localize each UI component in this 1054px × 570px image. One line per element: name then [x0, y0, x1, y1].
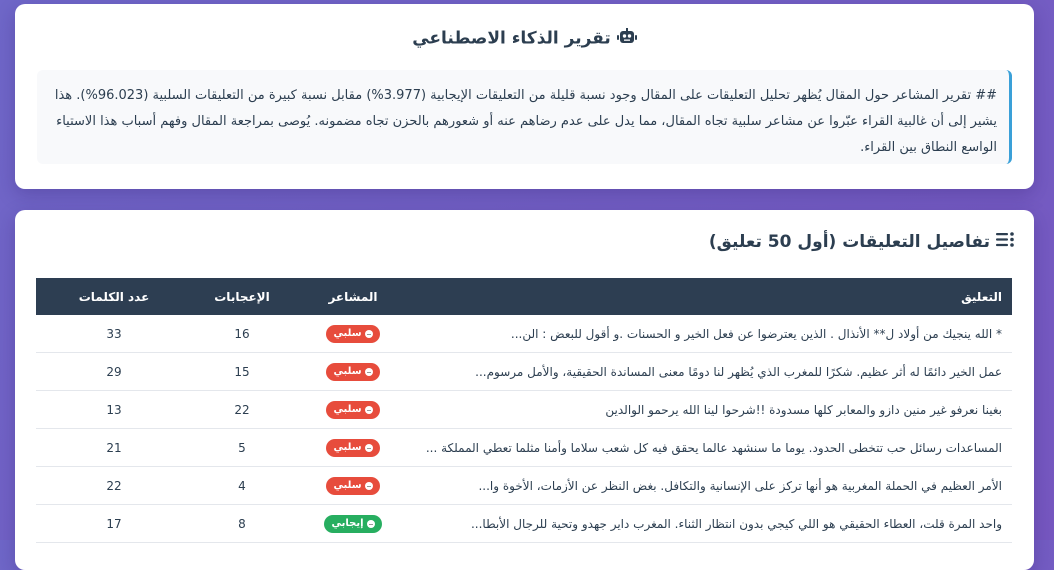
- comment-text: المساعدات رسائل حب تتخطى الحدود. يوما ما…: [414, 428, 1012, 467]
- frown-icon: [364, 481, 373, 490]
- sentiment-badge-negative: سلبي: [326, 400, 380, 419]
- word-count: 21: [36, 428, 192, 467]
- comment-text: الأمر العظيم في الحملة المغربية هو أنها …: [414, 466, 1012, 505]
- likes-count: 8: [192, 504, 292, 543]
- ai-report-title-text: تقرير الذكاء الاصطناعي: [412, 28, 611, 49]
- likes-count: 16: [192, 315, 292, 353]
- sentiment-badge-negative: سلبي: [326, 476, 380, 495]
- sentiment-badge-negative: سلبي: [326, 362, 380, 381]
- likes-count: 4: [192, 466, 292, 505]
- table-row: واحد المرة قلت، العطاء الحقيقي هو اللي ك…: [36, 504, 1012, 543]
- table-row: الأمر العظيم في الحملة المغربية هو أنها …: [36, 466, 1012, 505]
- comments-table: التعليق المشاعر الإعجابات عدد الكلمات * …: [36, 278, 1012, 543]
- ai-report-title: تقرير الذكاء الاصطناعي: [15, 28, 1034, 49]
- word-count: 17: [36, 504, 192, 543]
- table-header-row: التعليق المشاعر الإعجابات عدد الكلمات: [36, 278, 1012, 315]
- list-icon: [996, 232, 1014, 252]
- sentiment-badge-negative: سلبي: [326, 324, 380, 343]
- sentiment-label: سلبي: [333, 403, 362, 415]
- sentiment-label: إيجابي: [331, 517, 364, 529]
- likes-count: 5: [192, 428, 292, 467]
- comment-text: * الله ينجيك من أولاد ل** الأنذال . الذي…: [414, 315, 1012, 353]
- sentiment-badge-positive: إيجابي: [324, 514, 382, 533]
- frown-icon: [364, 367, 373, 376]
- robot-icon: [616, 28, 637, 49]
- table-row: * الله ينجيك من أولاد ل** الأنذال . الذي…: [36, 315, 1012, 353]
- sentiment-label: سلبي: [333, 441, 362, 453]
- header-comment[interactable]: التعليق: [414, 278, 1012, 315]
- word-count: 29: [36, 352, 192, 391]
- comments-table-title-text: تفاصيل التعليقات (أول 50 تعليق): [708, 232, 990, 252]
- sentiment-badge-negative: سلبي: [326, 438, 380, 457]
- table-row: عمل الخير دائمًا له أثر عظيم. شكرًا للمغ…: [36, 352, 1012, 391]
- comment-text: واحد المرة قلت، العطاء الحقيقي هو اللي ك…: [414, 504, 1012, 543]
- sentiment-label: سلبي: [333, 479, 362, 491]
- comment-text: عمل الخير دائمًا له أثر عظيم. شكرًا للمغ…: [414, 352, 1012, 391]
- header-words[interactable]: عدد الكلمات: [36, 278, 192, 315]
- header-sentiment[interactable]: المشاعر: [292, 278, 414, 315]
- smile-icon: [366, 519, 375, 528]
- word-count: 13: [36, 390, 192, 429]
- header-likes[interactable]: الإعجابات: [192, 278, 292, 315]
- comments-card: تفاصيل التعليقات (أول 50 تعليق) التعليق …: [15, 210, 1034, 570]
- word-count: 33: [36, 315, 192, 353]
- sentiment-label: سلبي: [333, 365, 362, 377]
- table-row: بغينا نعرفو غير منين دازو والمعابر كلها …: [36, 390, 1012, 429]
- ai-report-text: ## تقرير المشاعر حول المقال يُظهر تحليل …: [37, 70, 1012, 164]
- sentiment-label: سلبي: [333, 327, 362, 339]
- frown-icon: [364, 443, 373, 452]
- frown-icon: [364, 329, 373, 338]
- likes-count: 22: [192, 390, 292, 429]
- frown-icon: [364, 405, 373, 414]
- likes-count: 15: [192, 352, 292, 391]
- comments-table-title: تفاصيل التعليقات (أول 50 تعليق): [709, 232, 1014, 252]
- comment-text: بغينا نعرفو غير منين دازو والمعابر كلها …: [414, 390, 1012, 429]
- table-row: المساعدات رسائل حب تتخطى الحدود. يوما ما…: [36, 428, 1012, 467]
- word-count: 22: [36, 466, 192, 505]
- ai-report-card: تقرير الذكاء الاصطناعي ## تقرير المشاعر …: [15, 4, 1034, 189]
